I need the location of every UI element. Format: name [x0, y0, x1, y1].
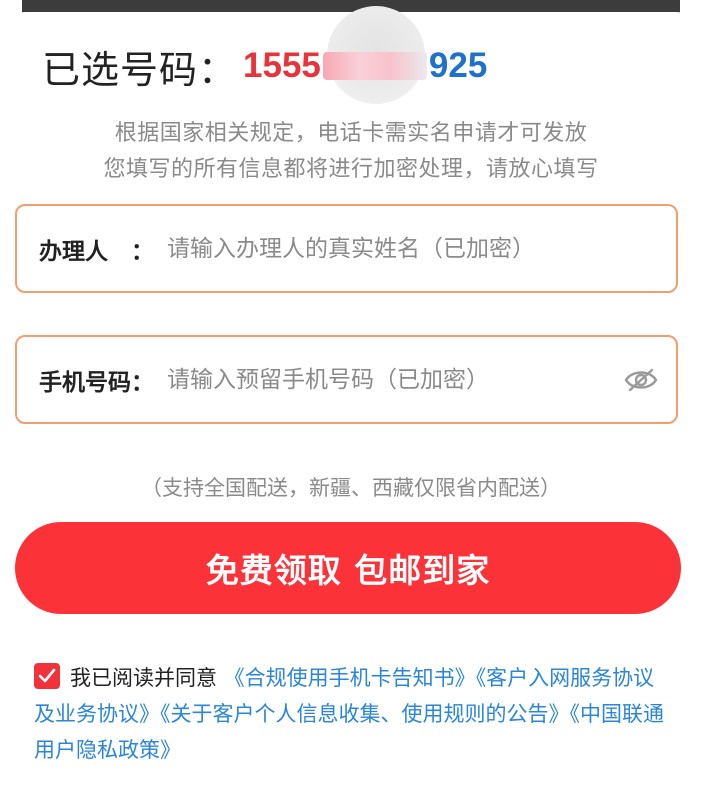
agreement-prefix-text: 我已阅读并同意	[70, 666, 217, 690]
phone-number-field: 手机号码：	[15, 335, 678, 424]
applicant-name-label: 办理人 ：	[39, 238, 154, 265]
selected-number-label: 已选号码：	[42, 47, 238, 92]
eye-off-icon[interactable]	[624, 367, 658, 393]
claim-free-button[interactable]: 免费领取 包邮到家	[15, 522, 681, 614]
agreement-section: 我已阅读并同意 《合规使用手机卡告知书》《客户入网服务协议及业务协议》《关于客户…	[34, 660, 664, 768]
selected-number-prefix: 1555	[243, 46, 321, 85]
realname-notice-line1: 根据国家相关规定，电话卡需实名申请才可发放	[114, 121, 588, 146]
link-personal-info-rules[interactable]: 《关于客户个人信息收集、使用规则的公告》	[160, 702, 570, 726]
applicant-name-field: 办理人 ：	[15, 204, 678, 293]
selected-number-row: 已选号码： 1555 925	[42, 40, 487, 92]
delivery-note: （支持全国配送，新疆、西藏仅限省内配送）	[141, 476, 561, 500]
check-icon	[38, 668, 56, 683]
applicant-name-input[interactable]	[167, 235, 662, 262]
selected-number-suffix: 925	[428, 46, 488, 85]
encryption-notice-line2: 您填写的所有信息都将进行加密处理，请放心填写	[103, 157, 599, 182]
link-sim-usage-notice[interactable]: 《合规使用手机卡告知书》	[224, 666, 476, 690]
agreement-checkbox[interactable]	[34, 663, 60, 689]
masked-number-digits	[322, 52, 427, 80]
phone-number-input[interactable]	[167, 366, 610, 393]
phone-number-label: 手机号码：	[39, 369, 154, 396]
